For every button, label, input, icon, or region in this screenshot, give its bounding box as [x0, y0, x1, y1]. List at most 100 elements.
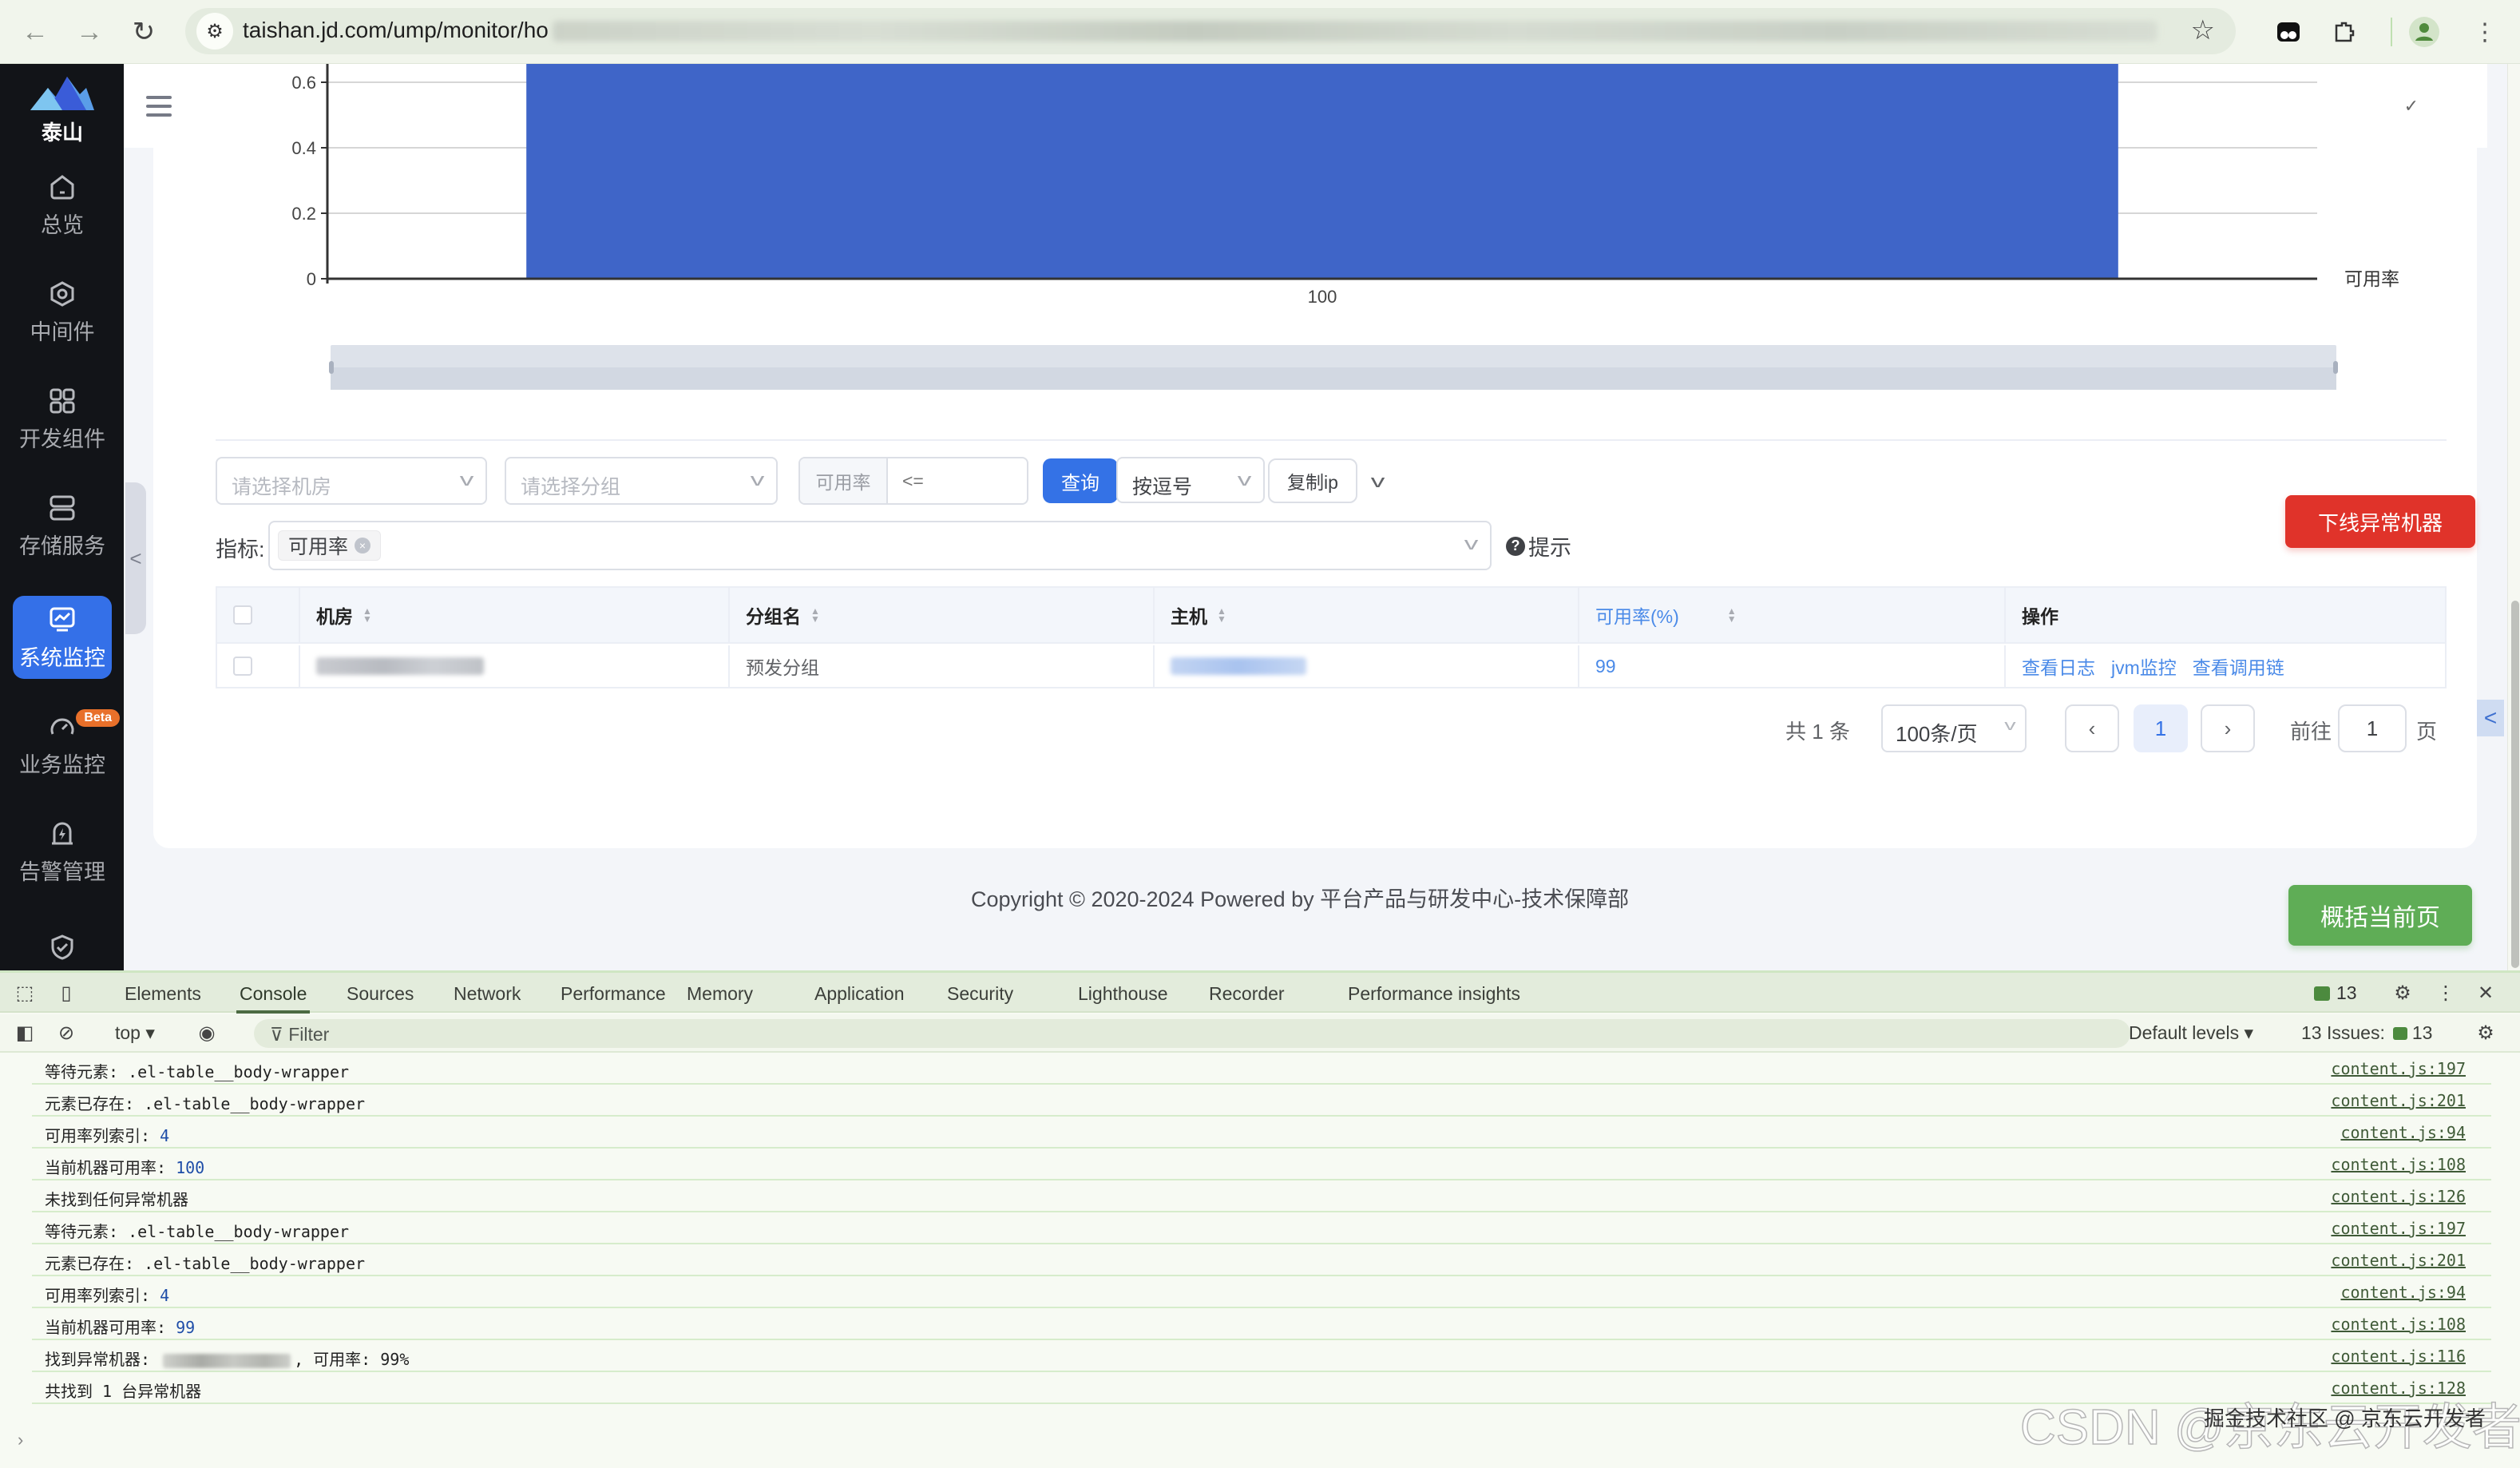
sort-icon[interactable]: ▲ ▼: [810, 606, 820, 624]
console-source-link[interactable]: content.js:197: [2331, 1219, 2466, 1238]
console-settings-gear-icon[interactable]: ⚙: [2474, 1021, 2498, 1045]
cell-host[interactable]: [1155, 645, 1579, 687]
sort-icon[interactable]: ▲ ▼: [363, 606, 372, 624]
context-select[interactable]: top ▾: [115, 1022, 155, 1044]
column-header-room[interactable]: 机房 ▲ ▼: [300, 588, 730, 642]
group-select[interactable]: 请选择分组 v: [505, 457, 778, 505]
console-source-link[interactable]: content.js:94: [2340, 1283, 2466, 1302]
column-header-actions: 操作: [2006, 588, 2448, 642]
hint-link[interactable]: ? 提示: [1506, 530, 1571, 561]
clear-console-icon[interactable]: ⊘: [54, 1021, 78, 1045]
column-header-host[interactable]: 主机 ▲ ▼: [1155, 588, 1579, 642]
jvm-monitor-link[interactable]: jvm监控: [2111, 653, 2177, 680]
logo[interactable]: 泰山: [30, 75, 94, 145]
column-header-availability[interactable]: 可用率(%) ▲ ▼: [1579, 588, 2006, 642]
devtools-tab-performance-insights[interactable]: Performance insights: [1348, 983, 1520, 1005]
devtools-tab-network[interactable]: Network: [454, 983, 521, 1005]
console-log-row: 未找到任何异常机器 content.js:126: [32, 1180, 2491, 1212]
query-button[interactable]: 查询: [1043, 458, 1118, 503]
back-button[interactable]: ←: [18, 14, 53, 50]
offline-abnormal-machines-button[interactable]: 下线异常机器: [2285, 495, 2475, 548]
section-divider: [216, 439, 2447, 441]
sidebar-collapse-toggle[interactable]: <: [125, 482, 146, 634]
summarize-page-button[interactable]: 概括当前页: [2288, 885, 2472, 946]
devtools-tab-security[interactable]: Security: [947, 983, 1013, 1005]
extension-icon[interactable]: [2271, 14, 2306, 50]
sidebar-toggle-icon[interactable]: ◧: [13, 1021, 37, 1045]
chart-datazoom-slider[interactable]: [329, 345, 2338, 390]
devtools-tab-lighthouse[interactable]: Lighthouse: [1078, 983, 1168, 1005]
site-info-icon[interactable]: ⚙: [196, 13, 233, 50]
reload-button[interactable]: ↻: [126, 14, 161, 50]
devtools-tab-console[interactable]: Console: [236, 983, 311, 1014]
page-1-button[interactable]: 1: [2134, 704, 2188, 752]
issues-link[interactable]: 13 Issues: 13: [2301, 1022, 2432, 1044]
sort-icon[interactable]: ▲ ▼: [1217, 606, 1226, 624]
devtools-tab-performance[interactable]: Performance: [561, 983, 666, 1005]
settings-gear-icon[interactable]: ⚙: [2391, 981, 2415, 1005]
console-source-link[interactable]: content.js:108: [2331, 1315, 2466, 1334]
page-size-select[interactable]: 100条/页 v: [1881, 704, 2027, 752]
datazoom-right-handle[interactable]: [2333, 361, 2338, 374]
console-source-link[interactable]: content.js:201: [2331, 1091, 2466, 1110]
sidebar-item-label: 业务监控: [19, 752, 105, 777]
chevron-down-icon: v: [1464, 534, 1479, 553]
console-source-link[interactable]: content.js:197: [2331, 1059, 2466, 1078]
profile-avatar-icon[interactable]: [2407, 14, 2442, 50]
goto-page-input[interactable]: [2338, 704, 2407, 752]
sidebar-item-security[interactable]: [13, 917, 112, 970]
forward-button[interactable]: →: [72, 14, 107, 50]
sidebar-item-storage[interactable]: 存储服务: [13, 484, 112, 567]
address-bar[interactable]: ⚙ taishan.jd.com/ump/monitor/ho ☆: [185, 8, 2236, 54]
console-log-row: 找到异常机器: , 可用率: 99% content.js:116: [32, 1340, 2491, 1372]
next-page-button[interactable]: ›: [2201, 704, 2255, 752]
console-source-link[interactable]: content.js:108: [2331, 1155, 2466, 1174]
metric-multiselect[interactable]: 可用率 × v: [268, 521, 1492, 570]
room-select[interactable]: 请选择机房 v: [216, 457, 487, 505]
sidebar-item-dev-components[interactable]: 开发组件: [13, 377, 112, 460]
inspect-element-icon[interactable]: ⬚: [13, 981, 37, 1005]
console-prompt-chevron-icon[interactable]: ›: [18, 1430, 23, 1450]
sidebar-item-middleware[interactable]: 中间件: [13, 270, 112, 353]
copy-ip-button[interactable]: 复制ip: [1268, 458, 1357, 503]
datazoom-left-handle[interactable]: [329, 361, 334, 374]
scrollbar-thumb[interactable]: [2511, 601, 2519, 968]
side-panel-toggle[interactable]: <: [2477, 700, 2504, 736]
select-all-checkbox[interactable]: [233, 605, 252, 625]
issues-counter[interactable]: 13: [2314, 982, 2357, 1004]
metric-label: 指标:: [216, 538, 265, 561]
console-source-link[interactable]: content.js:94: [2340, 1123, 2466, 1142]
sidebar-item-system-monitor[interactable]: 系统监控: [13, 596, 112, 679]
sidebar-item-business-monitor[interactable]: 业务监控 Beta: [13, 703, 120, 786]
page-scrollbar[interactable]: [2507, 64, 2520, 970]
close-devtools-icon[interactable]: ✕: [2474, 981, 2498, 1005]
devtools-tab-memory[interactable]: Memory: [687, 983, 753, 1005]
console-source-link[interactable]: content.js:201: [2331, 1251, 2466, 1270]
console-source-link[interactable]: content.js:126: [2331, 1187, 2466, 1206]
view-call-chain-link[interactable]: 查看调用链: [2193, 653, 2284, 680]
devtools-tab-recorder[interactable]: Recorder: [1209, 983, 1285, 1005]
sidebar-item-alarm[interactable]: 告警管理: [13, 810, 112, 893]
sidebar-item-overview[interactable]: 总览: [13, 163, 112, 246]
console-source-link[interactable]: content.js:116: [2331, 1347, 2466, 1366]
devtools-menu-icon[interactable]: ⋮: [2434, 981, 2458, 1005]
sort-icon[interactable]: ▲ ▼: [1727, 606, 1737, 624]
expand-more-icon[interactable]: v: [1371, 471, 1385, 492]
browser-menu-icon[interactable]: ⋮: [2467, 14, 2502, 50]
log-levels-select[interactable]: Default levels ▾: [2129, 1022, 2253, 1044]
view-logs-link[interactable]: 查看日志: [2022, 653, 2095, 680]
devtools-tab-sources[interactable]: Sources: [347, 983, 414, 1005]
row-checkbox[interactable]: [233, 657, 252, 676]
close-icon[interactable]: ×: [355, 538, 371, 553]
bookmark-star-icon[interactable]: ☆: [2191, 14, 2215, 46]
separator-select[interactable]: 按逗号 v: [1116, 457, 1265, 503]
live-expression-eye-icon[interactable]: ◉: [195, 1021, 219, 1045]
prev-page-button[interactable]: ‹: [2065, 704, 2119, 752]
extensions-puzzle-icon[interactable]: [2327, 14, 2362, 50]
availability-value-input[interactable]: [902, 470, 1014, 492]
devtools-tab-application[interactable]: Application: [814, 983, 905, 1005]
console-filter-input[interactable]: ⊽ Filter: [254, 1019, 2130, 1048]
device-toolbar-icon[interactable]: ▯: [54, 981, 78, 1005]
column-header-group[interactable]: 分组名 ▲ ▼: [730, 588, 1155, 642]
devtools-tab-elements[interactable]: Elements: [125, 983, 201, 1005]
